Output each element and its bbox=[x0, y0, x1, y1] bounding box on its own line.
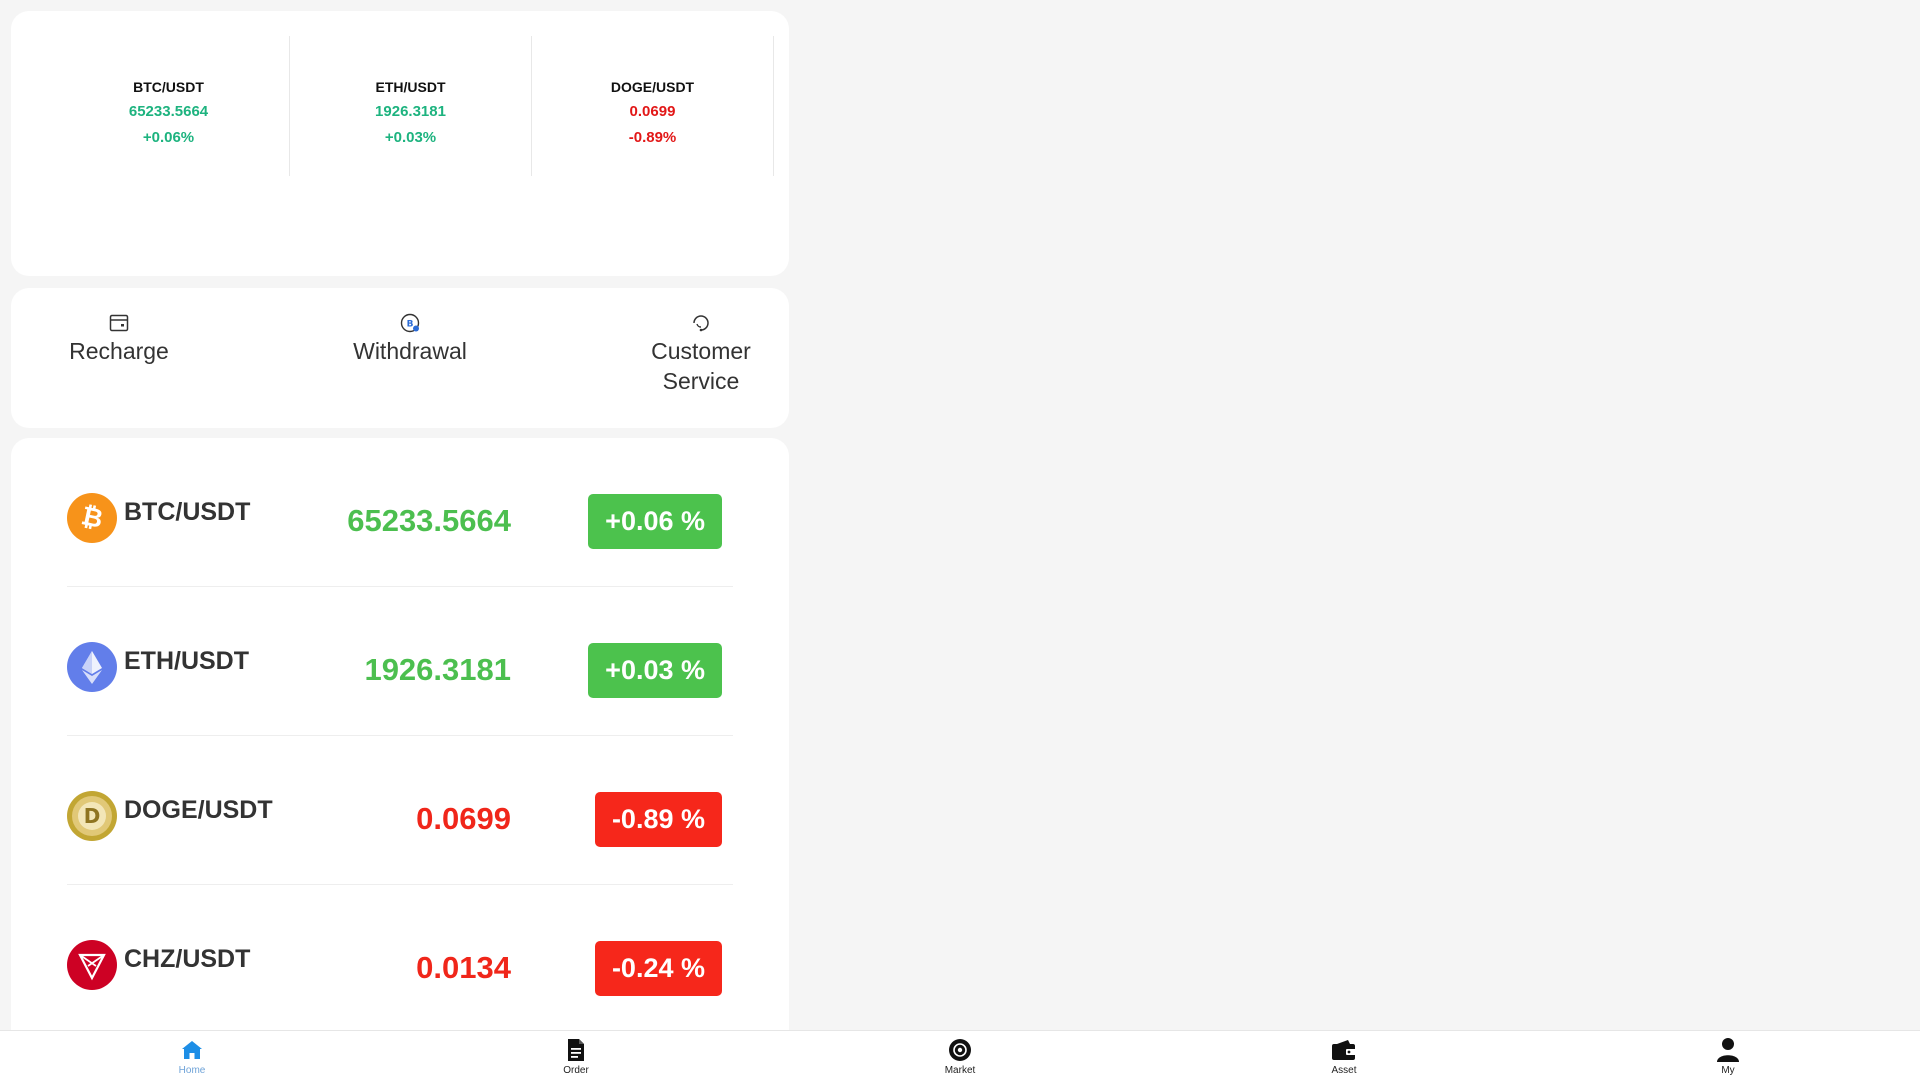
nav-label: Market bbox=[944, 1065, 976, 1076]
ticker-row: BTC/USDT 65233.5664 +0.06% ETH/USDT 1926… bbox=[48, 36, 774, 176]
ticker-change: +0.03% bbox=[384, 129, 437, 146]
ticker-change: +0.06% bbox=[142, 129, 195, 146]
market-change-badge[interactable]: +0.06 % bbox=[588, 494, 722, 549]
market-price: 1926.3181 bbox=[364, 652, 511, 687]
market-pair: DOGE/USDT bbox=[124, 796, 273, 824]
recharge-button[interactable]: Recharge bbox=[29, 312, 209, 366]
ticker-pair: BTC/USDT bbox=[133, 79, 204, 95]
market-row-chz[interactable]: CHZ/USDT 0.0134 -0.24 % bbox=[67, 885, 733, 1034]
svg-text:B: B bbox=[407, 320, 414, 330]
document-icon bbox=[563, 1037, 589, 1063]
svg-text:₿: ₿ bbox=[79, 501, 106, 535]
market-price: 0.0134 bbox=[416, 950, 511, 985]
headset-icon bbox=[690, 312, 712, 334]
ticker-pair: DOGE/USDT bbox=[610, 79, 695, 95]
customer-service-button[interactable]: Customer Service bbox=[611, 312, 791, 396]
bottom-nav: Home Order Market Asset My bbox=[0, 1030, 1920, 1080]
market-pair: BTC/USDT bbox=[124, 498, 251, 526]
ticker-price: 1926.3181 bbox=[375, 103, 446, 120]
wallet-icon bbox=[108, 312, 130, 334]
market-change-badge[interactable]: -0.89 % bbox=[594, 792, 722, 847]
bitcoin-icon: B bbox=[399, 312, 421, 334]
market-change-badge[interactable]: +0.03 % bbox=[588, 643, 722, 698]
market-row-btc[interactable]: ₿ BTC/USDT 65233.5664 +0.06 % bbox=[67, 438, 733, 587]
ticker-doge[interactable]: DOGE/USDT 0.0699 -0.89% bbox=[532, 36, 774, 176]
nav-my[interactable]: My bbox=[1683, 1037, 1773, 1078]
market-pair: ETH/USDT bbox=[124, 647, 249, 675]
chz-coin-icon bbox=[67, 940, 117, 990]
home-icon bbox=[179, 1037, 205, 1063]
btc-coin-icon: ₿ bbox=[67, 493, 117, 543]
nav-label: Order bbox=[563, 1065, 589, 1076]
nav-label: Home bbox=[178, 1065, 206, 1076]
quick-actions-card: Recharge B Withdrawal Customer Service bbox=[11, 288, 789, 428]
market-list: ₿ BTC/USDT 65233.5664 +0.06 % ETH/USDT 1… bbox=[11, 438, 789, 1058]
ticker-price: 0.0699 bbox=[629, 103, 676, 120]
nav-label: Asset bbox=[1331, 1065, 1357, 1076]
ticker-card: BTC/USDT 65233.5664 +0.06% ETH/USDT 1926… bbox=[11, 11, 789, 276]
ticker-pair: ETH/USDT bbox=[375, 79, 446, 95]
app-root: BTC/USDT 65233.5664 +0.06% ETH/USDT 1926… bbox=[0, 0, 1920, 1080]
eth-coin-icon bbox=[67, 642, 117, 692]
nav-asset[interactable]: Asset bbox=[1299, 1037, 1389, 1078]
doge-coin-icon: D bbox=[67, 791, 117, 841]
nav-market[interactable]: Market bbox=[915, 1037, 1005, 1078]
svg-text:D: D bbox=[84, 804, 101, 828]
nav-order[interactable]: Order bbox=[531, 1037, 621, 1078]
withdrawal-label: Withdrawal bbox=[353, 338, 467, 364]
recharge-label: Recharge bbox=[69, 338, 169, 364]
market-price: 0.0699 bbox=[416, 801, 511, 836]
ticker-change: -0.89% bbox=[628, 129, 677, 146]
ticker-price: 65233.5664 bbox=[128, 103, 209, 120]
nav-label: My bbox=[1721, 1065, 1735, 1076]
market-change-badge[interactable]: -0.24 % bbox=[594, 941, 722, 996]
market-pair: CHZ/USDT bbox=[124, 945, 251, 973]
market-row-eth[interactable]: ETH/USDT 1926.3181 +0.03 % bbox=[67, 587, 733, 736]
ticker-btc[interactable]: BTC/USDT 65233.5664 +0.06% bbox=[48, 36, 290, 176]
customer-service-label: Customer Service bbox=[651, 338, 751, 394]
market-icon bbox=[947, 1037, 973, 1063]
wallet-icon bbox=[1331, 1037, 1357, 1063]
market-row-doge[interactable]: D DOGE/USDT 0.0699 -0.89 % bbox=[67, 736, 733, 885]
nav-home[interactable]: Home bbox=[147, 1037, 237, 1078]
user-icon bbox=[1715, 1037, 1741, 1063]
ticker-eth[interactable]: ETH/USDT 1926.3181 +0.03% bbox=[290, 36, 532, 176]
market-price: 65233.5664 bbox=[347, 503, 511, 538]
withdrawal-button[interactable]: B Withdrawal bbox=[320, 312, 500, 366]
